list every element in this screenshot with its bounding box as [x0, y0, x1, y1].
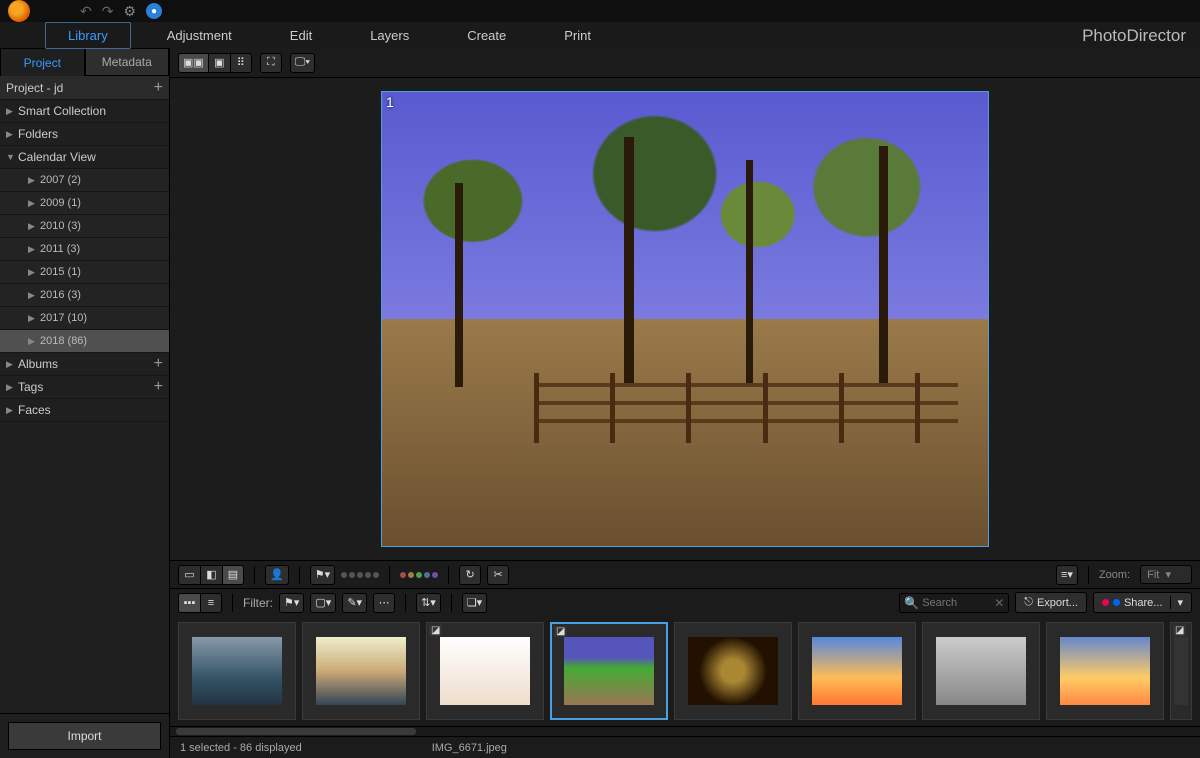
stack-icon[interactable]: ❏▾: [462, 593, 487, 613]
view-single-icon[interactable]: ▣: [208, 53, 230, 73]
thumbnail[interactable]: [798, 622, 916, 720]
gear-icon[interactable]: ⚙: [123, 3, 136, 20]
menu-edit[interactable]: Edit: [268, 23, 334, 48]
flag-icon[interactable]: ⚑▾: [310, 565, 335, 585]
image-preview[interactable]: 1: [170, 78, 1200, 560]
titlebar: ↶ ↷ ⚙ ●: [0, 0, 1200, 22]
sidebar-tabs: Project Metadata: [0, 48, 169, 76]
filmstrip[interactable]: ◪ ◪ ◪: [170, 616, 1200, 726]
tree-section-folders[interactable]: ▶Folders: [0, 123, 169, 146]
main-menu: Library Adjustment Edit Layers Create Print P…: [0, 22, 1200, 48]
tree-item[interactable]: ▶2018 (86): [0, 330, 169, 353]
filter-dots-icon[interactable]: ⋯: [373, 593, 395, 613]
tree-item[interactable]: ▶2010 (3): [0, 215, 169, 238]
tree-section-albums[interactable]: ▶Albums+: [0, 353, 169, 376]
thumbnail[interactable]: ◪: [1170, 622, 1192, 720]
content-area: ▣▣ ▣ ⠿ ⛶ 🖵▾ 1: [170, 48, 1200, 758]
add-project-icon[interactable]: +: [154, 79, 163, 97]
menu-print[interactable]: Print: [542, 23, 613, 48]
sidebar: Project Metadata Project - jd + ▶Smart C…: [0, 48, 170, 758]
filename-status: IMG_6671.jpeg: [432, 742, 507, 754]
sort-icon[interactable]: ≡▾: [1056, 565, 1078, 585]
view-grid-icon[interactable]: ⠿: [230, 53, 252, 73]
rotate-icon[interactable]: ↻: [459, 565, 481, 585]
scenic-illustration: [382, 92, 988, 546]
edit-badge-icon: ◪: [429, 625, 442, 636]
tree-item[interactable]: ▶2015 (1): [0, 261, 169, 284]
thumbnail[interactable]: ◪: [550, 622, 668, 720]
tree-item[interactable]: ▶2016 (3): [0, 284, 169, 307]
person-tag-icon[interactable]: 👤: [265, 565, 289, 585]
view-compare-icon[interactable]: ▣▣: [178, 53, 208, 73]
share-button[interactable]: Share... ▾: [1093, 592, 1192, 613]
filter-flag-icon[interactable]: ⚑▾: [279, 593, 304, 613]
zoom-label: Zoom:: [1099, 569, 1130, 581]
clear-search-icon[interactable]: ✕: [994, 596, 1004, 610]
app-logo: [8, 0, 30, 22]
selection-status: 1 selected - 86 displayed: [180, 742, 302, 754]
search-icon: 🔍: [904, 596, 919, 610]
project-tree: Project - jd + ▶Smart Collection▶Folders…: [0, 76, 169, 713]
edit-badge-icon: ◪: [554, 626, 567, 637]
display-icon[interactable]: 🖵▾: [290, 53, 315, 73]
thumbnail[interactable]: [922, 622, 1040, 720]
layout-b-icon[interactable]: ◧: [200, 565, 222, 585]
tree-section-smart-collection[interactable]: ▶Smart Collection: [0, 100, 169, 123]
filmstrip-scrollbar[interactable]: [170, 726, 1200, 736]
crop-icon[interactable]: ✂: [487, 565, 509, 585]
share-dot1-icon: [1102, 599, 1109, 606]
menu-layers[interactable]: Layers: [348, 23, 431, 48]
preview-image[interactable]: 1: [381, 91, 989, 547]
list-view-icon[interactable]: ≡: [200, 593, 222, 613]
menu-library[interactable]: Library: [45, 22, 131, 49]
search-box[interactable]: 🔍 ✕: [899, 593, 1009, 613]
rating-stars[interactable]: [341, 572, 379, 578]
tree-section-tags[interactable]: ▶Tags+: [0, 376, 169, 399]
filter-box-icon[interactable]: ▢▾: [310, 593, 336, 613]
redo-icon[interactable]: ↷: [102, 3, 114, 20]
thumb-view-icon[interactable]: ▪▪▪: [178, 593, 200, 613]
tree-item[interactable]: ▶2009 (1): [0, 192, 169, 215]
rating-toolbar: ▭ ◧ ▤ 👤 ⚑▾ ↻ ✂: [170, 560, 1200, 588]
tab-project[interactable]: Project: [0, 48, 85, 76]
tab-metadata[interactable]: Metadata: [85, 48, 170, 76]
image-index: 1: [386, 94, 394, 110]
sort-order-icon[interactable]: ⇅▾: [416, 593, 441, 613]
menu-adjustment[interactable]: Adjustment: [145, 23, 254, 48]
app-title: PhotoDirector: [1082, 26, 1186, 46]
view-toolbar: ▣▣ ▣ ⠿ ⛶ 🖵▾: [170, 48, 1200, 78]
thumbnail[interactable]: [674, 622, 792, 720]
layout-a-icon[interactable]: ▭: [178, 565, 200, 585]
thumbnail[interactable]: ◪: [426, 622, 544, 720]
notification-icon[interactable]: ●: [146, 3, 162, 19]
thumbnail[interactable]: [302, 622, 420, 720]
menu-create[interactable]: Create: [445, 23, 528, 48]
filter-label: Filter:: [243, 596, 273, 610]
tree-section-faces[interactable]: ▶Faces: [0, 399, 169, 422]
export-button[interactable]: ⎋ Export...: [1015, 592, 1087, 613]
color-labels[interactable]: [400, 572, 438, 578]
edit-badge-icon: ◪: [1173, 625, 1186, 636]
scrollbar-thumb[interactable]: [176, 728, 416, 735]
thumbnail[interactable]: [178, 622, 296, 720]
zoom-select[interactable]: Fit ▾: [1140, 565, 1192, 584]
tree-section-calendar-view[interactable]: ▼Calendar View: [0, 146, 169, 169]
fullscreen-icon[interactable]: ⛶: [260, 53, 282, 73]
export-icon: ⎋: [1024, 596, 1033, 609]
tree-item[interactable]: ▶2011 (3): [0, 238, 169, 261]
thumbnail[interactable]: [1046, 622, 1164, 720]
search-input[interactable]: [922, 597, 992, 609]
project-header[interactable]: Project - jd +: [0, 76, 169, 100]
layout-c-icon[interactable]: ▤: [222, 565, 244, 585]
filter-toolbar: ▪▪▪ ≡ Filter: ⚑▾ ▢▾ ✎▾ ⋯ ⇅▾ ❏▾ 🔍 ✕ ⎋ Exp…: [170, 588, 1200, 616]
filter-brush-icon[interactable]: ✎▾: [342, 593, 367, 613]
share-dot2-icon: [1113, 599, 1120, 606]
undo-icon[interactable]: ↶: [80, 3, 92, 20]
tree-item[interactable]: ▶2017 (10): [0, 307, 169, 330]
status-bar: 1 selected - 86 displayed IMG_6671.jpeg: [170, 736, 1200, 758]
import-button[interactable]: Import: [8, 722, 161, 750]
tree-item[interactable]: ▶2007 (2): [0, 169, 169, 192]
